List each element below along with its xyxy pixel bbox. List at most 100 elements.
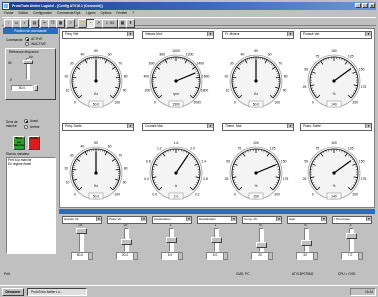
maximize-button[interactable]: □ <box>362 3 368 8</box>
chevron-down-icon: ▼ <box>96 217 101 221</box>
direction-forward-radio[interactable] <box>24 119 28 123</box>
gauge-dial: 0.00.40.81.21.62.02.42.83.2A2.0 <box>144 141 208 200</box>
new-file-icon: ▫ <box>7 20 10 25</box>
parameter-slider-knob[interactable] <box>301 240 312 247</box>
zoom-display[interactable]: 1 : 64 <box>102 19 118 28</box>
gauge-select[interactable]: Courant Mot. ▼ <box>142 123 214 131</box>
parameter-slider-knob[interactable] <box>346 233 357 240</box>
parameter-unit: % <box>259 223 262 227</box>
toolbar: ▫ ▭ ▪ ▤ ✂ ❐ ▦ ? ⚡ ◔ ➚ 1 : 64 ▦ Ⅱ <box>2 17 376 28</box>
pause-button[interactable]: Ⅱ <box>126 19 135 28</box>
gauge-select-label: Fréq. Ref <box>65 32 79 36</box>
parameter-value[interactable]: 7.0 <box>341 252 359 260</box>
gauge-select-label: Fr. Moteur <box>225 32 240 36</box>
gauge-readout: 50.0 <box>253 103 260 107</box>
menu-item-lignes[interactable]: Lignes <box>84 10 97 17</box>
frequency-ref-min-label: 0 <box>10 78 12 82</box>
gauge-tick-label: 10 <box>66 88 70 92</box>
gauge-unit: Hz <box>94 184 98 188</box>
gauge-hub <box>332 171 336 175</box>
gauge-select[interactable]: Therm. Mot. ▼ <box>222 123 294 131</box>
drive-status-list[interactable]: Prêt à la marche En régime établi <box>6 157 56 254</box>
parameter-slider-knob[interactable] <box>166 237 177 243</box>
app-icon[interactable] <box>3 3 9 9</box>
gauge-select[interactable]: Fréq. Ref ▼ <box>62 31 134 39</box>
parameter-value[interactable]: 33 <box>296 252 314 260</box>
chevron-down-icon: ▼ <box>207 32 213 36</box>
gauge-unit: % <box>333 92 336 96</box>
parameter-slider[interactable] <box>349 228 354 252</box>
gauge-tick-label: 25 <box>225 177 229 181</box>
frequency-ref-slider-knob[interactable] <box>23 60 33 64</box>
menu-item-edition[interactable]: Edition <box>16 10 30 17</box>
direction-forward-label: Avant <box>30 119 39 123</box>
parameter-select-label: Accélération <box>154 217 171 221</box>
gauge-tick-label: 1800 <box>201 88 209 92</box>
gauge-readout: 150 <box>253 195 259 199</box>
command-active-radio[interactable] <box>25 37 29 41</box>
close-button[interactable]: × <box>369 3 375 8</box>
paste-button[interactable]: ▦ <box>56 19 65 28</box>
gauge-select[interactable]: Préq. Sortie ▼ <box>62 123 134 131</box>
parameter-slider-knob[interactable] <box>76 228 87 234</box>
frequency-ref-header: Référence fréquence <box>9 50 39 54</box>
grid-icon: ▦ <box>120 20 125 25</box>
direction-reverse-radio[interactable] <box>24 125 28 129</box>
gauge-tick-label: 200 <box>352 100 358 104</box>
window-titlebar[interactable]: ProtoTrain Atelier Logiciel - [Config AT… <box>2 2 376 10</box>
gauge-select-label: Puiss. Sortie <box>303 124 321 128</box>
gauge-tick-label: 80 <box>124 75 128 79</box>
minimize-button[interactable]: _ <box>355 3 361 8</box>
help-button[interactable]: ? <box>66 19 75 28</box>
run-button[interactable]: Mise en Marche <box>13 136 25 150</box>
gauge-select[interactable]: Puiss. Sortie ▼ <box>300 123 372 131</box>
parameter-slider-knob[interactable] <box>211 237 222 243</box>
menu-item-configuration[interactable]: Configuration <box>31 10 54 17</box>
frequency-ref-spin[interactable] <box>34 85 38 91</box>
gauge-tick-label: 40 <box>80 144 84 148</box>
parameter-spin[interactable] <box>178 252 183 260</box>
parameter-unit: s <box>214 223 217 227</box>
gauge-select[interactable]: Vitesse Mot. ▼ <box>142 31 214 39</box>
gauge-tick-label: 2.4 <box>201 160 206 164</box>
gauge-select[interactable]: Fr. Moteur ▼ <box>222 31 294 39</box>
gauge-tick-label: 0 <box>154 100 156 104</box>
gauge-select-label: Therm. Mot. <box>225 124 243 128</box>
parameter-value[interactable]: 5.0 <box>206 252 224 260</box>
save-button[interactable]: ▪ <box>20 19 29 28</box>
stop-button[interactable]: Arrêt <box>28 136 40 150</box>
menu-item-fenetre[interactable]: Fenêtre <box>114 10 129 17</box>
parameter-slider-knob[interactable] <box>256 242 267 249</box>
parameter-value[interactable]: 50.0 <box>71 252 89 260</box>
start-button[interactable]: Démarrer <box>2 288 24 296</box>
print-button[interactable]: ▤ <box>30 19 39 28</box>
parameter-spin[interactable] <box>133 252 138 260</box>
menu-item-commande[interactable]: Commande/Opé. <box>55 10 83 17</box>
gauge-select[interactable]: Poussé Var. ▼ <box>300 31 372 39</box>
gauge-tick-label: 100 <box>274 100 280 104</box>
taskbar-app-button[interactable]: ProtoTrain Atelier Lo... <box>27 288 87 296</box>
disk-icon: ▪ <box>23 20 26 25</box>
parameter-spin[interactable] <box>313 252 318 260</box>
parameter-value[interactable]: 20.0 <box>116 252 134 260</box>
parameter-spin[interactable] <box>88 252 93 260</box>
gauge-tick-label: 0 <box>234 100 236 104</box>
parameter-spin[interactable] <box>223 252 228 260</box>
frequency-ref-value[interactable]: 50.0 <box>11 85 33 91</box>
parameter-panel: Grande Vit. ▼ Hz 50.0 Petite Vit. ▼ Hz 20.0 Accé… <box>59 214 375 263</box>
parameter-spin[interactable] <box>268 252 273 260</box>
gauge-tick-label: 30 <box>70 62 74 66</box>
gauge-dial: 0 25 50 75 100 125 150 175 200% 140 <box>303 141 366 200</box>
menu-item-options[interactable]: Options <box>98 10 113 17</box>
parameter-slider[interactable] <box>259 228 264 252</box>
gauge-tick-label: 0 <box>312 100 314 104</box>
command-inactive-radio[interactable] <box>25 42 29 46</box>
parameter-slider-knob[interactable] <box>121 238 132 245</box>
parameter-select-label: Décélération <box>199 217 216 221</box>
menu-item-fichier[interactable]: Fichier <box>2 10 16 17</box>
parameter-value[interactable]: 5.0 <box>161 252 179 260</box>
parameter-value[interactable]: 20 <box>251 252 269 260</box>
menu-item-help[interactable]: ? <box>130 10 136 17</box>
help-icon: ? <box>69 20 72 25</box>
parameter-spin[interactable] <box>358 252 363 260</box>
